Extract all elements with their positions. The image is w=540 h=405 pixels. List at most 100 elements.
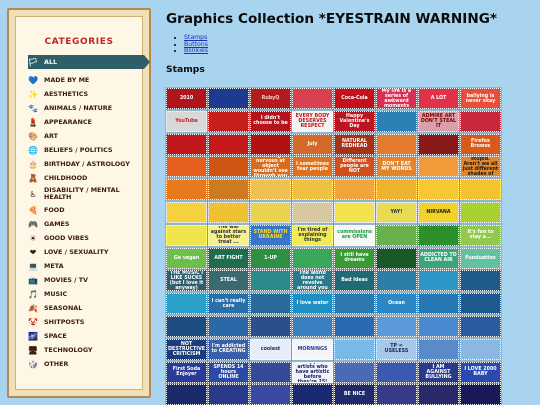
stamp-image[interactable]: I LOVE 2000 BABY bbox=[459, 360, 502, 384]
stamp-image[interactable] bbox=[291, 178, 334, 202]
sidebar-item-aesthetics[interactable]: ✨ AESTHETICS bbox=[28, 87, 144, 101]
stamp-image[interactable] bbox=[333, 360, 376, 384]
stamp-image[interactable]: NIRVANA bbox=[417, 200, 460, 224]
sidebar-item-seasonal[interactable]: 🍂 SEASONAL bbox=[28, 301, 144, 315]
stamp-image[interactable] bbox=[249, 132, 292, 156]
stamp-image[interactable] bbox=[291, 314, 334, 338]
stamp-image[interactable]: Funduation bbox=[459, 246, 502, 270]
stamp-image[interactable] bbox=[249, 292, 292, 316]
stamp-image[interactable]: ballying is never okay bbox=[459, 87, 502, 110]
sidebar-item-birthday-astrology[interactable]: 🎂 BIRTHDAY / ASTROLOGY bbox=[28, 157, 144, 171]
stamp-image[interactable]: The world does not revolve around you bbox=[291, 269, 334, 293]
stamp-image[interactable] bbox=[375, 132, 418, 156]
stamp-image[interactable] bbox=[207, 383, 250, 405]
stamp-image[interactable] bbox=[207, 200, 250, 224]
stamp-image[interactable] bbox=[165, 292, 208, 316]
stamp-image[interactable]: Firefox Browse bbox=[459, 132, 502, 156]
stamp-image[interactable] bbox=[375, 360, 418, 384]
stamp-image[interactable] bbox=[249, 200, 292, 224]
stamp-image[interactable]: I love water bbox=[291, 292, 334, 316]
stamp-image[interactable]: THE MUSIC I LIKE SUCKS (but I love it an… bbox=[165, 269, 208, 293]
stamp-image[interactable]: Go vegan bbox=[165, 246, 208, 270]
stamp-image[interactable]: A LOT bbox=[417, 87, 460, 110]
stamp-image[interactable]: NOT DESTRUCTIVE CRITICISM bbox=[165, 337, 208, 361]
stamp-image[interactable]: Racism is stupid. Aren't we all just dif… bbox=[459, 155, 502, 179]
stamp-image[interactable]: It's fun to stay a... bbox=[459, 223, 502, 247]
stamp-image[interactable]: 2010 bbox=[165, 87, 208, 110]
stamp-image[interactable]: First Soda Enjoyer bbox=[165, 360, 208, 384]
sidebar-item-food[interactable]: 🍕 FOOD bbox=[28, 203, 144, 217]
stamp-image[interactable] bbox=[333, 178, 376, 202]
stamp-image[interactable] bbox=[165, 200, 208, 224]
sidebar-item-space[interactable]: 🌌 SPACE bbox=[28, 329, 144, 343]
stamp-image[interactable]: I AM AGAINST BULLYING bbox=[417, 360, 460, 384]
stamp-image[interactable] bbox=[375, 178, 418, 202]
stamp-image[interactable]: I still have dreams bbox=[333, 246, 376, 270]
sidebar-item-music[interactable]: 🎵 MUSIC bbox=[28, 287, 144, 301]
sidebar-item-love-sexuality[interactable]: ❤ LOVE / SEXUALITY bbox=[28, 245, 144, 259]
stamp-image[interactable] bbox=[291, 246, 334, 270]
stamp-image[interactable] bbox=[333, 337, 376, 361]
sidebar-item-animals-nature[interactable]: 🐾 ANIMALS / NATURE bbox=[28, 101, 144, 115]
stamp-image[interactable] bbox=[249, 314, 292, 338]
stamp-image[interactable] bbox=[165, 314, 208, 338]
stamp-image[interactable] bbox=[207, 314, 250, 338]
stamp-image[interactable]: SPENDS 14 hours ONLINE bbox=[207, 360, 250, 384]
sidebar-item-other[interactable]: 🎲 OTHER bbox=[28, 357, 144, 371]
stamp-image[interactable]: ART FIGHT bbox=[207, 246, 250, 270]
stamp-image[interactable] bbox=[249, 178, 292, 202]
stamp-image[interactable] bbox=[417, 337, 460, 361]
stamp-image[interactable]: I'm tired of explaining things bbox=[291, 223, 334, 247]
stamp-image[interactable] bbox=[459, 292, 502, 316]
stamp-image[interactable]: July bbox=[291, 132, 334, 156]
stamp-image[interactable] bbox=[375, 223, 418, 247]
stamp-image[interactable] bbox=[291, 87, 334, 110]
stamp-image[interactable] bbox=[165, 178, 208, 202]
stamp-image[interactable]: RubyQ bbox=[249, 87, 292, 110]
sidebar-item-art[interactable]: 🎨 ART bbox=[28, 129, 144, 143]
stamp-image[interactable] bbox=[249, 360, 292, 384]
stamp-image[interactable] bbox=[417, 383, 460, 405]
stamp-image[interactable] bbox=[459, 383, 502, 405]
stamp-image[interactable] bbox=[333, 292, 376, 316]
stamp-image[interactable]: Bad Ideas bbox=[333, 269, 376, 293]
stamp-image[interactable] bbox=[375, 269, 418, 293]
stamp-image[interactable]: Getting nervous at object wouldn't see t… bbox=[249, 155, 292, 179]
stamp-image[interactable] bbox=[375, 383, 418, 405]
stamp-image[interactable]: ADDICTED TO CLEAN AIR bbox=[417, 246, 460, 270]
stamp-image[interactable]: YAY! bbox=[375, 200, 418, 224]
stamp-image[interactable] bbox=[375, 314, 418, 338]
stamp-image[interactable]: I sometimes fear people bbox=[291, 155, 334, 179]
stamp-image[interactable] bbox=[207, 178, 250, 202]
stamp-image[interactable] bbox=[417, 155, 460, 179]
sidebar-item-childhood[interactable]: 🧸 CHILDHOOD bbox=[28, 171, 144, 185]
stamp-image[interactable] bbox=[291, 383, 334, 405]
stamp-image[interactable]: I'm addicted to CREATING bbox=[207, 337, 250, 361]
sidebar-item-appearance[interactable]: 💄 APPEARANCE bbox=[28, 115, 144, 129]
stamp-image[interactable] bbox=[207, 87, 250, 110]
stamp-image[interactable] bbox=[459, 314, 502, 338]
stamp-image[interactable]: commissions are OPEN bbox=[333, 223, 376, 247]
stamp-image[interactable] bbox=[375, 246, 418, 270]
sidebar-item-movies-tv[interactable]: 📺 MOVIES / TV bbox=[28, 273, 144, 287]
stamp-image[interactable] bbox=[207, 109, 250, 133]
stamp-image[interactable] bbox=[417, 314, 460, 338]
toc-link-blinkies[interactable]: Blinkies bbox=[184, 47, 208, 54]
stamp-image[interactable] bbox=[333, 200, 376, 224]
stamp-image[interactable] bbox=[459, 269, 502, 293]
stamp-image[interactable]: DON'T EAT MY WORDS bbox=[375, 155, 418, 179]
stamp-image[interactable] bbox=[249, 383, 292, 405]
stamp-image[interactable] bbox=[165, 132, 208, 156]
stamp-image[interactable] bbox=[417, 178, 460, 202]
stamp-image[interactable] bbox=[165, 155, 208, 179]
sidebar-item-all[interactable]: 🏳 ALL bbox=[28, 55, 150, 69]
stamp-image[interactable]: I can't really care bbox=[207, 292, 250, 316]
stamp-image[interactable] bbox=[417, 292, 460, 316]
stamp-image[interactable]: Different people are NOT bbox=[333, 155, 376, 179]
sidebar-item-games[interactable]: 🎮 GAMES bbox=[28, 217, 144, 231]
stamp-image[interactable]: coolest bbox=[249, 337, 292, 361]
sidebar-item-meta[interactable]: 💻 META bbox=[28, 259, 144, 273]
stamp-image[interactable]: The war against stars to better treat ..… bbox=[207, 223, 250, 247]
sidebar-item-shitposts[interactable]: 🤡 SHITPOSTS bbox=[28, 315, 144, 329]
sidebar-item-good-vibes[interactable]: ☀ GOOD VIBES bbox=[28, 231, 144, 245]
